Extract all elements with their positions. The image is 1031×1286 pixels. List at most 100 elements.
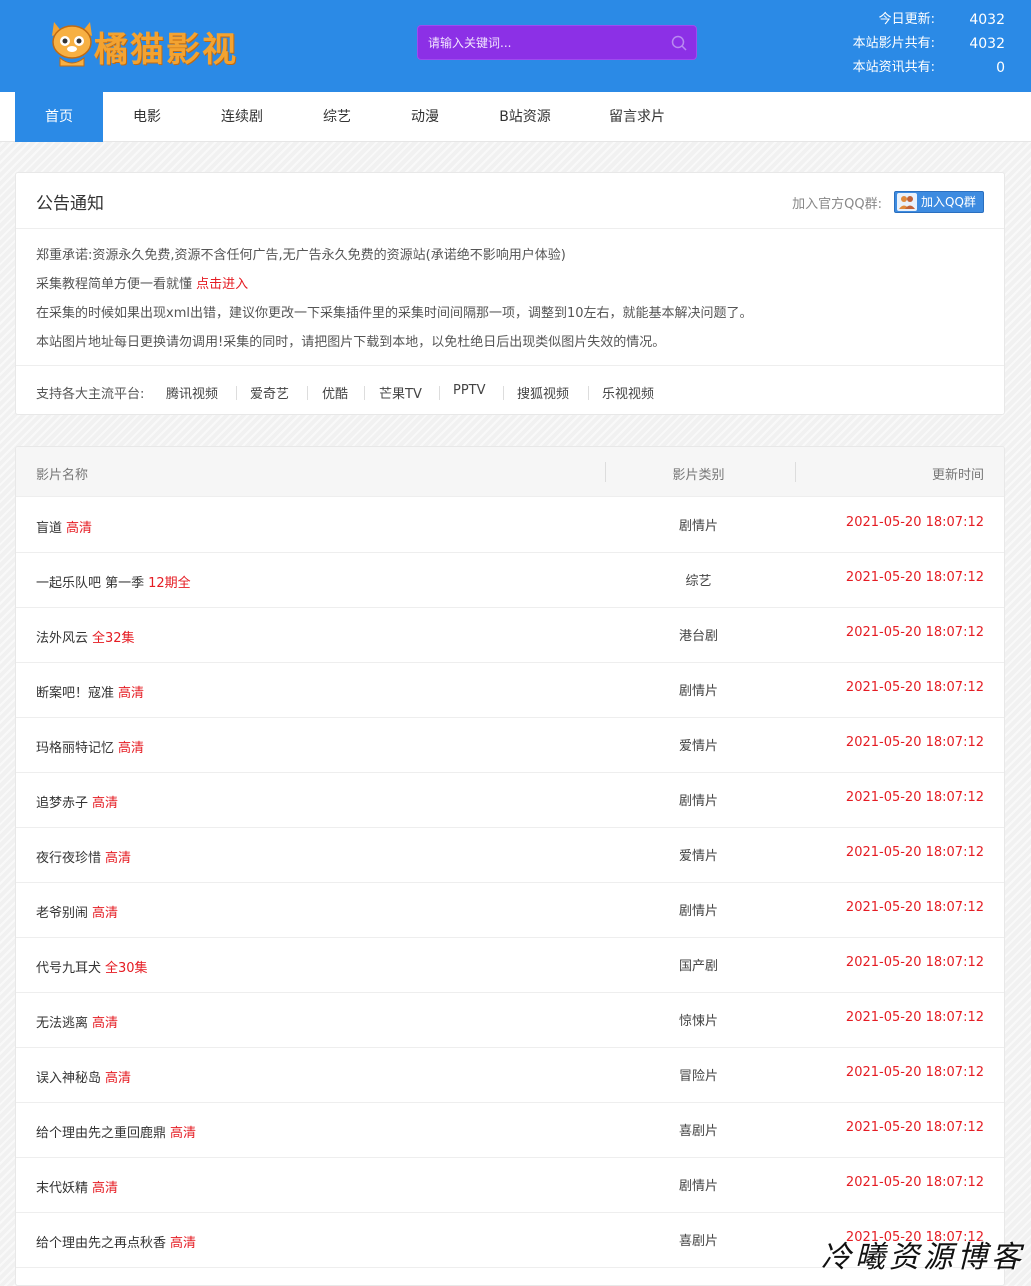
platform-sohu[interactable]: 搜狐视频 bbox=[517, 383, 569, 402]
quality-badge: 高清 bbox=[118, 741, 145, 756]
video-title[interactable]: 一起乐队吧 第一季 12期全 bbox=[36, 572, 191, 591]
platform-mango[interactable]: 芒果TV bbox=[379, 383, 422, 402]
platform-tencent[interactable]: 腾讯视频 bbox=[166, 383, 218, 402]
video-name: 末代妖精 bbox=[36, 1181, 89, 1196]
quality-badge: 全32集 bbox=[92, 631, 135, 646]
update-time: 2021-05-20 18:07:12 bbox=[845, 1065, 984, 1080]
platform-youku[interactable]: 优酷 bbox=[322, 383, 348, 402]
video-name: 老爷别闹 bbox=[36, 906, 89, 921]
stat-label: 本站资讯共有: bbox=[852, 60, 935, 75]
platform-letv[interactable]: 乐视视频 bbox=[602, 383, 654, 402]
video-name: 无法逃离 bbox=[36, 1016, 89, 1031]
platform-list: 支持各大主流平台: 腾讯视频 爱奇艺 优酷 芒果TV PPTV 搜狐视频 乐视视… bbox=[16, 365, 1004, 415]
video-name: 追梦赤子 bbox=[36, 796, 89, 811]
video-title[interactable]: 代号九耳犬 全30集 bbox=[36, 957, 148, 976]
table-row[interactable]: 追梦赤子 高清 剧情片 2021-05-20 18:07:12 bbox=[16, 773, 1004, 828]
video-category: 剧情片 bbox=[678, 1179, 718, 1194]
video-name: 断案吧！寇准 bbox=[36, 686, 115, 701]
video-category: 冒险片 bbox=[678, 1069, 718, 1084]
quality-badge: 高清 bbox=[92, 1016, 119, 1031]
table-row[interactable]: 一起乐队吧 第一季 12期全 综艺 2021-05-20 18:07:12 bbox=[16, 553, 1004, 608]
nav-variety[interactable]: 综艺 bbox=[293, 92, 381, 142]
video-name: 给个理由先之再点秋香 bbox=[36, 1236, 167, 1251]
table-row[interactable]: 给个理由先之重回鹿鼎 高清 喜剧片 2021-05-20 18:07:12 bbox=[16, 1103, 1004, 1158]
site-stats: 今日更新: 4032 本站影片共有: 4032 本站资讯共有: 0 bbox=[805, 8, 1005, 80]
divider bbox=[439, 386, 440, 400]
cat-logo-icon bbox=[52, 22, 92, 67]
update-time: 2021-05-20 18:07:12 bbox=[845, 790, 984, 805]
table-header: 影片名称 影片类别 更新时间 bbox=[16, 447, 1004, 497]
video-title[interactable]: 误入神秘岛 高清 bbox=[36, 1067, 131, 1086]
divider bbox=[236, 386, 237, 400]
quality-badge: 高清 bbox=[105, 851, 132, 866]
table-row[interactable]: 夜行夜珍惜 高清 爱情片 2021-05-20 18:07:12 bbox=[16, 828, 1004, 883]
table-body: 盲道 高清 剧情片 2021-05-20 18:07:12 一起乐队吧 第一季 12期全综… bbox=[16, 498, 1004, 1268]
table-row[interactable]: 法外风云 全32集 港台剧 2021-05-20 18:07:12 bbox=[16, 608, 1004, 663]
update-time: 2021-05-20 18:07:12 bbox=[845, 1010, 984, 1025]
site-logo[interactable]: 橘猫影视 bbox=[50, 14, 270, 70]
table-row[interactable]: 断案吧！寇准 高清 剧情片 2021-05-20 18:07:12 bbox=[16, 663, 1004, 718]
tutorial-link[interactable]: 点击进入 bbox=[196, 277, 248, 292]
stat-value: 4032 bbox=[969, 36, 1005, 52]
video-name: 玛格丽特记忆 bbox=[36, 741, 115, 756]
table-row[interactable]: 盲道 高清 剧情片 2021-05-20 18:07:12 bbox=[16, 498, 1004, 553]
nav-request[interactable]: 留言求片 bbox=[581, 92, 693, 142]
video-title[interactable]: 给个理由先之再点秋香 高清 bbox=[36, 1232, 196, 1251]
quality-badge: 高清 bbox=[118, 686, 145, 701]
quality-badge: 12期全 bbox=[148, 576, 191, 591]
video-category: 爱情片 bbox=[678, 849, 718, 864]
nav-movies[interactable]: 电影 bbox=[103, 92, 191, 142]
table-row[interactable]: 末代妖精 高清 剧情片 2021-05-20 18:07:12 bbox=[16, 1158, 1004, 1213]
nav-series[interactable]: 连续剧 bbox=[191, 92, 293, 142]
divider bbox=[588, 386, 589, 400]
update-time: 2021-05-20 18:07:12 bbox=[845, 625, 984, 640]
nav-bilibili[interactable]: B站资源 bbox=[469, 92, 581, 142]
nav-home[interactable]: 首页 bbox=[15, 92, 103, 142]
header-type: 影片类别 bbox=[672, 468, 725, 483]
table-row[interactable]: 玛格丽特记忆 高清 爱情片 2021-05-20 18:07:12 bbox=[16, 718, 1004, 773]
stat-total-videos: 本站影片共有: 4032 bbox=[805, 32, 1005, 56]
table-row[interactable]: 老爷别闹 高清 剧情片 2021-05-20 18:07:12 bbox=[16, 883, 1004, 938]
video-title[interactable]: 玛格丽特记忆 高清 bbox=[36, 737, 144, 756]
video-title[interactable]: 给个理由先之重回鹿鼎 高清 bbox=[36, 1122, 196, 1141]
platform-pptv[interactable]: PPTV bbox=[453, 383, 486, 398]
video-category: 综艺 bbox=[685, 574, 712, 589]
video-title[interactable]: 末代妖精 高清 bbox=[36, 1177, 118, 1196]
platform-iqiyi[interactable]: 爱奇艺 bbox=[250, 383, 289, 402]
notice-header: 公告通知 加入官方QQ群: 加入QQ群 bbox=[16, 173, 1004, 229]
video-title[interactable]: 盲道 高清 bbox=[36, 517, 92, 536]
quality-badge: 高清 bbox=[92, 796, 119, 811]
site-header: 橘猫影视 今日更新: 4032 本站影片共有: 4032 本站资讯共有: 0 bbox=[0, 0, 1031, 92]
video-title[interactable]: 追梦赤子 高清 bbox=[36, 792, 118, 811]
video-category: 喜剧片 bbox=[678, 1124, 718, 1139]
stat-label: 本站影片共有: bbox=[852, 36, 935, 51]
video-name: 给个理由先之重回鹿鼎 bbox=[36, 1126, 167, 1141]
search-icon[interactable] bbox=[670, 34, 688, 52]
video-category: 港台剧 bbox=[678, 629, 718, 644]
update-time: 2021-05-20 18:07:12 bbox=[845, 900, 984, 915]
stat-total-articles: 本站资讯共有: 0 bbox=[805, 56, 1005, 80]
table-row[interactable]: 代号九耳犬 全30集 国产剧 2021-05-20 18:07:12 bbox=[16, 938, 1004, 993]
video-title[interactable]: 老爷别闹 高清 bbox=[36, 902, 118, 921]
video-name: 法外风云 bbox=[36, 631, 89, 646]
update-time: 2021-05-20 18:07:12 bbox=[845, 680, 984, 695]
video-name: 夜行夜珍惜 bbox=[36, 851, 102, 866]
join-qq-button[interactable]: 加入QQ群 bbox=[894, 191, 984, 213]
nav-anime[interactable]: 动漫 bbox=[381, 92, 469, 142]
video-title[interactable]: 夜行夜珍惜 高清 bbox=[36, 847, 131, 866]
notice-text: 采集教程简单方便一看就懂 bbox=[36, 277, 197, 292]
video-name: 代号九耳犬 bbox=[36, 961, 102, 976]
search-input[interactable] bbox=[418, 26, 658, 59]
table-row[interactable]: 无法逃离 高清 惊悚片 2021-05-20 18:07:12 bbox=[16, 993, 1004, 1048]
quality-badge: 高清 bbox=[170, 1236, 197, 1251]
people-icon bbox=[897, 193, 917, 211]
table-row[interactable]: 误入神秘岛 高清 冒险片 2021-05-20 18:07:12 bbox=[16, 1048, 1004, 1103]
stat-today-updates: 今日更新: 4032 bbox=[805, 8, 1005, 32]
header-time: 更新时间 bbox=[931, 468, 984, 483]
video-title[interactable]: 法外风云 全32集 bbox=[36, 627, 135, 646]
video-title[interactable]: 无法逃离 高清 bbox=[36, 1012, 118, 1031]
video-title[interactable]: 断案吧！寇准 高清 bbox=[36, 682, 144, 701]
video-name: 一起乐队吧 第一季 bbox=[36, 576, 145, 591]
stat-value: 4032 bbox=[969, 12, 1005, 28]
main-nav: 首页 电影 连续剧 综艺 动漫 B站资源 留言求片 bbox=[0, 92, 1031, 142]
